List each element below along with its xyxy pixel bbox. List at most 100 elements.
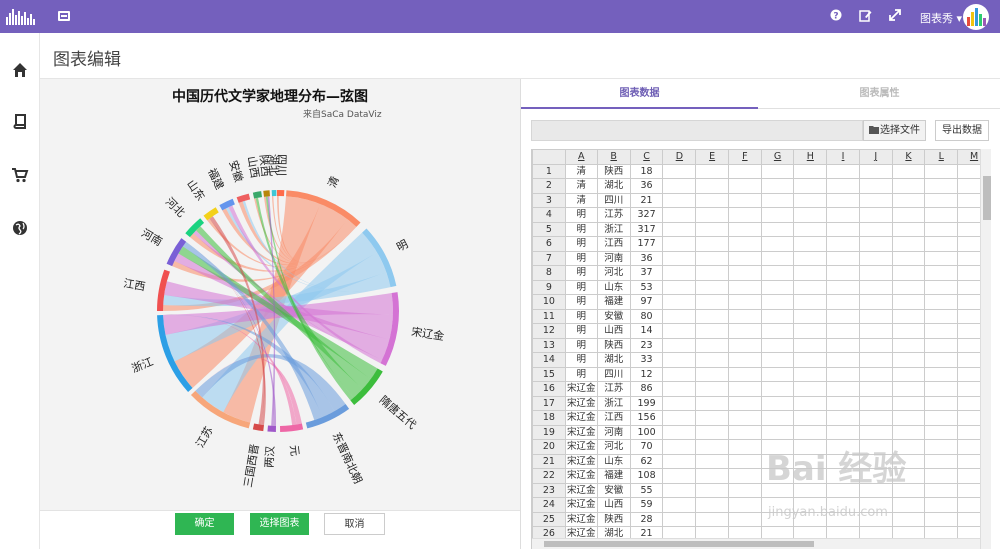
table-cell[interactable] — [695, 381, 729, 397]
table-cell[interactable]: 湖北 — [596, 178, 631, 194]
table-cell[interactable] — [826, 352, 860, 368]
table-cell[interactable] — [924, 236, 959, 252]
table-cell[interactable] — [858, 381, 893, 397]
table-cell[interactable] — [695, 207, 729, 223]
table-cell[interactable] — [727, 381, 762, 397]
table-cell[interactable] — [858, 323, 893, 339]
table-cell[interactable] — [727, 439, 762, 455]
globe-icon[interactable] — [11, 219, 29, 237]
table-cell[interactable] — [891, 497, 926, 513]
table-cell[interactable] — [695, 265, 729, 281]
table-cell[interactable] — [924, 439, 959, 455]
book-icon[interactable] — [11, 113, 29, 131]
table-cell[interactable]: 100 — [629, 424, 664, 440]
table-cell[interactable] — [727, 265, 762, 281]
table-cell[interactable] — [793, 308, 828, 324]
table-cell[interactable]: 浙江 — [596, 395, 631, 411]
table-cell[interactable] — [662, 236, 697, 252]
table-cell[interactable] — [793, 424, 828, 440]
table-cell[interactable]: 山西 — [596, 323, 631, 339]
table-cell[interactable] — [662, 395, 697, 411]
column-header[interactable]: F — [727, 149, 762, 165]
column-header[interactable]: I — [826, 149, 860, 165]
table-cell[interactable] — [662, 352, 697, 368]
table-cell[interactable]: 明 — [564, 221, 598, 237]
table-cell[interactable]: 陕西 — [596, 337, 631, 353]
table-cell[interactable] — [695, 192, 729, 208]
table-cell[interactable] — [793, 178, 828, 194]
table-cell[interactable] — [727, 395, 762, 411]
table-cell[interactable] — [924, 178, 959, 194]
table-cell[interactable] — [826, 221, 860, 237]
table-cell[interactable] — [826, 395, 860, 411]
table-cell[interactable]: 108 — [629, 468, 664, 484]
table-cell[interactable] — [826, 424, 860, 440]
table-cell[interactable] — [826, 294, 860, 310]
table-cell[interactable]: 宋辽金 — [564, 468, 598, 484]
file-path-input[interactable] — [531, 120, 863, 141]
table-cell[interactable]: 宋辽金 — [564, 482, 598, 498]
table-cell[interactable]: 317 — [629, 221, 664, 237]
table-cell[interactable] — [695, 497, 729, 513]
table-cell[interactable] — [826, 410, 860, 426]
table-cell[interactable] — [662, 323, 697, 339]
table-cell[interactable] — [924, 192, 959, 208]
table-cell[interactable]: 湖北 — [596, 352, 631, 368]
table-cell[interactable] — [662, 468, 697, 484]
table-cell[interactable]: 明 — [564, 308, 598, 324]
table-cell[interactable] — [662, 308, 697, 324]
table-cell[interactable]: 327 — [629, 207, 664, 223]
table-cell[interactable]: 安徽 — [596, 308, 631, 324]
table-cell[interactable]: 156 — [629, 410, 664, 426]
table-cell[interactable] — [924, 482, 959, 498]
table-cell[interactable] — [695, 294, 729, 310]
cancel-button[interactable]: 取消 — [324, 513, 385, 535]
table-cell[interactable] — [793, 265, 828, 281]
table-cell[interactable] — [826, 250, 860, 266]
row-header[interactable]: 23 — [532, 482, 566, 498]
table-cell[interactable]: 53 — [629, 279, 664, 295]
column-header[interactable]: C — [629, 149, 664, 165]
table-cell[interactable] — [891, 236, 926, 252]
table-cell[interactable] — [695, 395, 729, 411]
table-cell[interactable] — [727, 163, 762, 179]
table-cell[interactable] — [760, 207, 795, 223]
table-cell[interactable] — [891, 163, 926, 179]
table-cell[interactable] — [662, 439, 697, 455]
table-cell[interactable]: 清 — [564, 163, 598, 179]
table-cell[interactable]: 80 — [629, 308, 664, 324]
sheet-corner[interactable] — [532, 149, 566, 165]
table-cell[interactable]: 安徽 — [596, 482, 631, 498]
chord-arc[interactable] — [263, 190, 270, 197]
tab-chart-properties[interactable]: 图表属性 — [758, 79, 1000, 109]
table-cell[interactable]: 河南 — [596, 424, 631, 440]
table-cell[interactable] — [662, 163, 697, 179]
home-icon[interactable] — [11, 61, 29, 79]
table-cell[interactable] — [858, 352, 893, 368]
table-cell[interactable] — [793, 410, 828, 426]
table-cell[interactable] — [727, 236, 762, 252]
bar-logo-icon[interactable] — [6, 7, 36, 25]
confirm-button[interactable]: 确定 — [175, 513, 234, 535]
table-cell[interactable]: 明 — [564, 207, 598, 223]
table-cell[interactable] — [858, 279, 893, 295]
table-cell[interactable] — [826, 366, 860, 382]
table-cell[interactable]: 山西 — [596, 497, 631, 513]
table-cell[interactable] — [662, 265, 697, 281]
table-cell[interactable] — [662, 279, 697, 295]
table-cell[interactable] — [695, 468, 729, 484]
table-cell[interactable] — [662, 250, 697, 266]
table-cell[interactable] — [727, 294, 762, 310]
table-cell[interactable]: 28 — [629, 511, 664, 527]
row-header[interactable]: 22 — [532, 468, 566, 484]
table-cell[interactable]: 明 — [564, 250, 598, 266]
table-cell[interactable] — [727, 178, 762, 194]
table-cell[interactable] — [760, 178, 795, 194]
table-cell[interactable] — [793, 352, 828, 368]
table-cell[interactable] — [727, 279, 762, 295]
row-header[interactable]: 1 — [532, 163, 566, 179]
table-cell[interactable]: 江西 — [596, 236, 631, 252]
table-cell[interactable] — [760, 410, 795, 426]
table-cell[interactable] — [727, 366, 762, 382]
table-cell[interactable] — [727, 468, 762, 484]
